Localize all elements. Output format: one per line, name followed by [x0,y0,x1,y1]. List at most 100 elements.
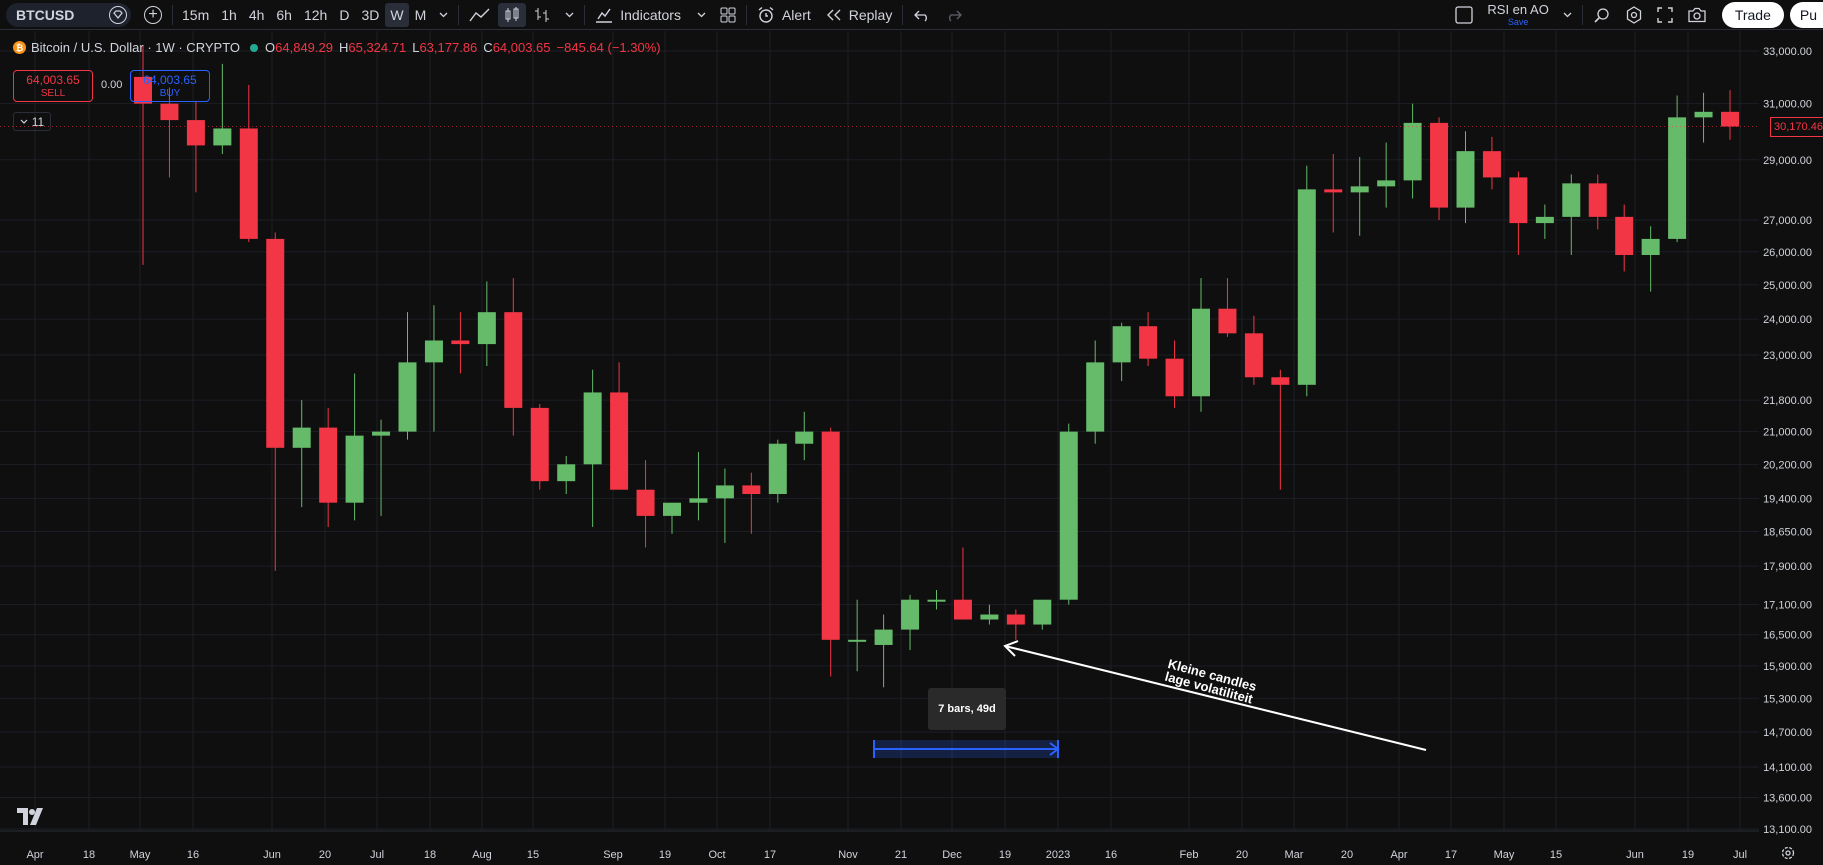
layout-name-button[interactable]: RSI en AO Save [1480,0,1555,30]
time-tick-label: Sep [603,849,623,861]
line-chart-button[interactable] [462,0,498,30]
candle-body [1350,186,1369,193]
price-tick-label: 14,700.00 [1763,727,1812,739]
candle[interactable] [1059,423,1078,605]
fullscreen-button[interactable] [1650,0,1680,30]
time-tick-label: 16 [1105,849,1117,861]
candle-body [160,103,179,121]
time-tick-label: Jul [1733,849,1747,861]
candle-body [583,392,602,465]
candle-body [239,128,258,239]
candle-body [1059,431,1078,600]
time-tick-label: Jul [370,849,384,861]
candle-body [1006,614,1025,625]
candle-body [451,340,470,345]
candle-body [372,431,391,436]
candle[interactable] [1668,95,1687,243]
time-tick-label: 19 [1682,849,1694,861]
candle[interactable] [821,427,840,677]
price-tick-label: 29,000.00 [1763,155,1812,167]
time-tick-label: 19 [999,849,1011,861]
publish-button[interactable]: Pu [1789,1,1823,28]
separator [745,4,747,25]
interval-3d[interactable]: 3D [355,0,385,30]
interval-15m[interactable]: 15m [176,0,215,30]
interval-4h[interactable]: 4h [243,0,271,30]
snapshot-button[interactable] [1680,0,1714,30]
candle-body [424,340,443,363]
candle-body [636,489,655,516]
candle[interactable] [1297,165,1316,397]
replay-button[interactable]: Replay [818,0,900,30]
candle-body [1086,362,1105,432]
interval-dropdown[interactable] [432,0,455,30]
interval-group: 15m 1h 4h 6h 12h D 3D W M [176,0,432,30]
time-tick-label: 17 [1445,849,1457,861]
interval-12h[interactable]: 12h [298,0,333,30]
candle-body [1694,111,1713,118]
time-tick-label: 18 [424,849,436,861]
legend-close-value: 64,003.65 [492,40,551,55]
quick-search-button[interactable] [1586,0,1618,30]
candle[interactable] [530,403,549,490]
sell-button[interactable]: 64,003.65 SELL [13,70,93,102]
candles-chart-button[interactable] [498,2,527,27]
price-chart[interactable]: 33,000.00 31,000.00 29,000.00 27,000.00 26,0… [0,31,1823,865]
time-axis: Apr 18 May 16 Jun 20 Jul 18 Aug 15 Sep 19 Oct 17 Nov 21… [26,849,1747,861]
alert-button[interactable]: Alert [750,0,818,30]
gear-icon [1626,5,1641,24]
settings-button[interactable] [1618,0,1650,30]
layouts-button[interactable] [713,0,743,30]
time-tick-label: 2023 [1046,849,1070,861]
layout-dropdown[interactable] [1556,0,1579,30]
tradingview-logo-icon[interactable] [17,808,47,826]
indicators-collapse-button[interactable]: 11 [13,112,51,131]
trade-button[interactable]: Trade [1721,1,1784,28]
price-tick-label: 33,000.00 [1763,46,1812,58]
price-tick-label: 17,900.00 [1763,561,1812,573]
bar-chart-button[interactable] [526,0,558,30]
interval-m[interactable]: M [409,0,433,30]
candle-body [504,312,523,408]
chart-type-dropdown[interactable] [558,0,581,30]
candle-body [1588,183,1607,217]
candle-body [1456,151,1475,208]
time-tick-label: 15 [1550,849,1562,861]
candle-body [345,435,364,503]
candle-body [821,431,840,640]
undo-button[interactable] [906,0,938,30]
interval-6h[interactable]: 6h [270,0,298,30]
chart-area[interactable]: 33,000.00 31,000.00 29,000.00 27,000.00 26,0… [0,31,1823,865]
redo-button[interactable] [938,0,970,30]
indicators-button[interactable]: Indicators [588,0,713,30]
symbol-search[interactable]: BTCUSD [6,2,131,27]
candle[interactable] [768,439,787,503]
candle-body [663,502,681,516]
buy-button[interactable]: 64,003.65 BUY [130,70,210,102]
time-tick-label: 19 [659,849,671,861]
legend-high-value: 65,324.71 [348,40,407,55]
compare-button[interactable]: + [137,0,169,30]
candle-body [1297,189,1316,385]
candle[interactable] [1430,117,1449,220]
candle-body [1218,308,1237,334]
market-status-dot [250,43,259,52]
interval-w[interactable]: W [385,2,409,27]
alarm-clock-icon [758,6,774,23]
axis-settings-gear-icon[interactable] [1780,845,1796,861]
candle-body [1641,238,1660,256]
buy-price: 64,003.65 [143,73,197,87]
legend-title[interactable]: Bitcoin / U.S. Dollar · 1W · CRYPTO [31,40,240,55]
chevron-down-icon [1563,12,1572,17]
candle-body [186,120,205,146]
interval-1h[interactable]: 1h [215,0,243,30]
separator [584,4,586,25]
diamond-icon[interactable] [109,5,127,24]
interval-d[interactable]: D [333,0,355,30]
candle-body [477,312,496,345]
candle-body [689,498,708,503]
separator [902,4,904,25]
time-tick-label: Oct [708,849,725,861]
price-tick-label: 15,300.00 [1763,693,1812,705]
layout-checkbox[interactable] [1448,0,1480,30]
